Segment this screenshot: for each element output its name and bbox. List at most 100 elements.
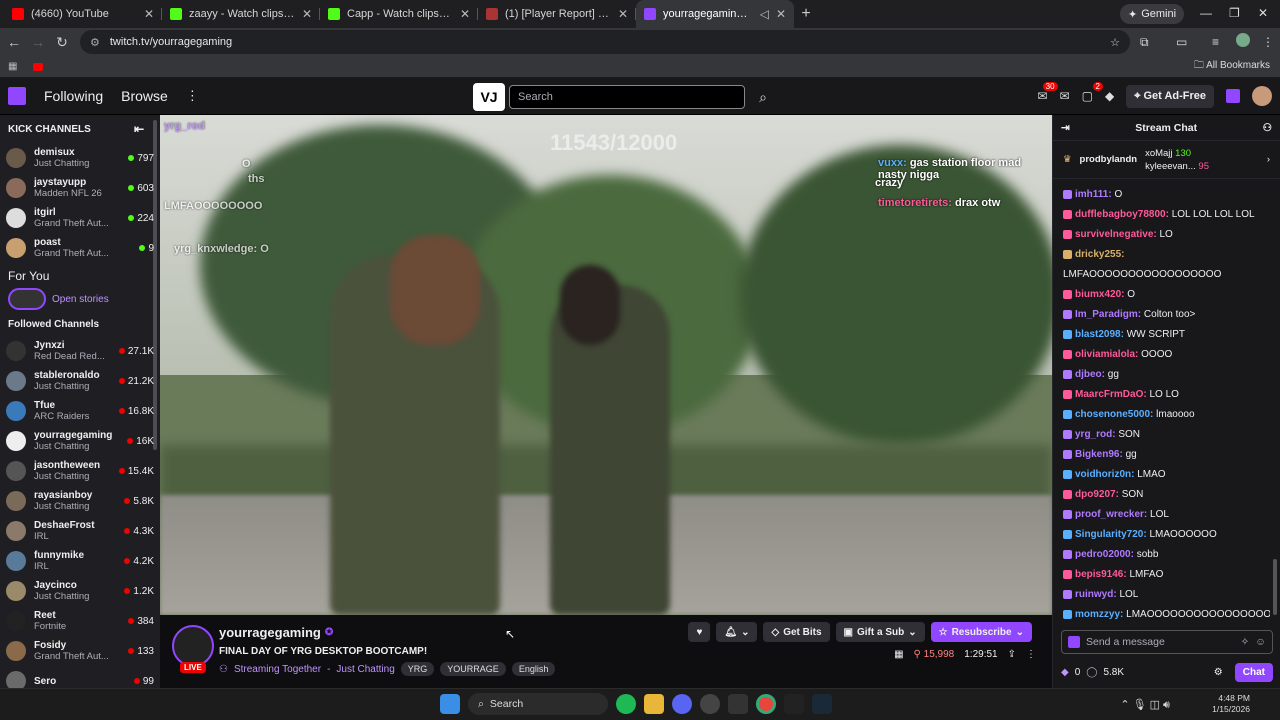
chat-input[interactable]: Send a message ✧ ☺ xyxy=(1061,630,1273,654)
chat-username[interactable]: Singularity720: xyxy=(1075,529,1147,540)
chat-username[interactable]: survivelnegative: xyxy=(1075,229,1157,240)
browser-tab[interactable]: yourragegaming - Twitch ◁ ✕ xyxy=(636,0,794,28)
emote-icon[interactable]: ☺ xyxy=(1255,636,1266,648)
followed-channel-item[interactable]: Sero 99 xyxy=(0,666,160,688)
forward-icon[interactable]: → xyxy=(26,34,50,50)
chat-username[interactable]: dpo9207: xyxy=(1075,489,1119,500)
chat-username[interactable]: proof_wrecker: xyxy=(1075,509,1147,520)
chat-username[interactable]: Bigken96: xyxy=(1075,449,1123,460)
tab-close-icon[interactable]: ✕ xyxy=(144,7,154,21)
settings-icon[interactable]: ⚙ xyxy=(1214,667,1223,678)
notifications-icon[interactable]: ▢ 2 xyxy=(1082,82,1103,103)
follow-heart-button[interactable]: ♥ xyxy=(688,622,711,642)
followed-channel-item[interactable]: funnymike IRL 4.2K xyxy=(0,546,160,576)
video-player[interactable]: 11543/12000 vuxx: gas station floor mad … xyxy=(160,115,1052,615)
streamer-name[interactable]: yourragegaming xyxy=(219,625,321,640)
maximize-icon[interactable]: ❐ xyxy=(1229,6,1240,20)
extensions-icon[interactable]: ⧉ xyxy=(1140,35,1149,50)
chat-username[interactable]: djbeo: xyxy=(1075,369,1105,380)
taskbar-clock[interactable]: 4:48 PM 1/15/2026 xyxy=(1212,693,1250,715)
collapse-chat-icon[interactable]: ⇥ xyxy=(1061,122,1070,134)
community-icon[interactable]: ⚇ xyxy=(1263,122,1272,134)
search-input[interactable]: Search xyxy=(509,85,745,109)
share-icon[interactable]: ⇪ xyxy=(1008,649,1016,660)
reload-icon[interactable]: ↻ xyxy=(50,34,74,51)
followed-channel-item[interactable]: DeshaeFrost IRL 4.3K xyxy=(0,516,160,546)
chat-username[interactable]: dufflebagboy78800: xyxy=(1075,209,1169,220)
profile-avatar[interactable] xyxy=(1236,33,1250,47)
discord-icon[interactable] xyxy=(672,694,692,714)
chat-scrollbar[interactable] xyxy=(1273,559,1277,615)
chat-username[interactable]: blast2098: xyxy=(1075,329,1124,340)
app-icon[interactable] xyxy=(700,694,720,714)
all-bookmarks[interactable]: 🗀 All Bookmarks xyxy=(1194,58,1270,75)
spotify-icon[interactable] xyxy=(616,694,636,714)
browser-tab[interactable]: (4660) YouTube ✕ xyxy=(4,0,162,28)
kick-channel-item[interactable]: itgirl Grand Theft Aut... 224 xyxy=(0,203,160,233)
theatre-icon[interactable]: ▦ xyxy=(894,649,903,660)
tag-pill[interactable]: YOURRAGE xyxy=(440,662,506,676)
leaderboard-user[interactable]: xoMajj xyxy=(1145,148,1172,159)
url-bar[interactable]: ⚙ twitch.tv/yourragegaming ☆ xyxy=(80,30,1130,54)
user-avatar[interactable] xyxy=(1252,86,1272,106)
category-link[interactable]: Just Chatting xyxy=(336,664,394,675)
chat-username[interactable]: yrg_rod: xyxy=(1075,429,1116,440)
system-tray-icons[interactable]: ⌃ 🎙︎ ◫ 🔊︎ xyxy=(1120,698,1170,712)
tag-pill[interactable]: English xyxy=(511,662,556,676)
magic-icon[interactable]: ✧ xyxy=(1240,636,1249,648)
tab-search-icon[interactable]: ≡ xyxy=(1212,35,1219,49)
back-icon[interactable]: ← xyxy=(2,34,26,50)
site-info-icon[interactable]: ⚙ xyxy=(90,36,100,49)
bookmark-star-icon[interactable]: ☆ xyxy=(1110,36,1120,49)
gemini-button[interactable]: ✦ Gemini xyxy=(1120,4,1185,24)
windows-start-icon[interactable] xyxy=(440,694,460,714)
streaming-together-link[interactable]: Streaming Together xyxy=(234,664,321,675)
kick-channel-item[interactable]: jaystayupp Madden NFL 26 603 xyxy=(0,173,160,203)
browser-tab[interactable]: zaayy - Watch clips on Kick ✕ xyxy=(162,0,320,28)
chat-username[interactable]: pedro02000: xyxy=(1075,549,1134,560)
chat-username[interactable]: dricky255: xyxy=(1075,249,1124,260)
resubscribe-button[interactable]: ☆ Resubscribe ⌄ xyxy=(930,622,1032,642)
prime-icon[interactable] xyxy=(1226,89,1240,103)
more-icon[interactable]: ⋮ xyxy=(186,88,199,104)
streamer-avatar[interactable] xyxy=(172,625,214,667)
file-explorer-icon[interactable] xyxy=(644,694,664,714)
kick-channel-item[interactable]: demisux Just Chatting 797 xyxy=(0,143,160,173)
open-stories[interactable]: Open stories xyxy=(0,285,160,313)
browser-tab[interactable]: Capp - Watch clips on Kick ✕ xyxy=(320,0,478,28)
apps-icon[interactable]: ▦ xyxy=(8,61,17,72)
whispers-icon[interactable]: ✉ xyxy=(1060,89,1070,103)
tab-close-icon[interactable]: ✕ xyxy=(618,7,628,21)
chat-username[interactable]: chosenone5000: xyxy=(1075,409,1153,420)
get-bits-button[interactable]: ◇ Get Bits xyxy=(763,622,830,642)
tab-close-icon[interactable]: ✕ xyxy=(460,7,470,21)
nav-browse[interactable]: Browse xyxy=(121,88,168,104)
followed-channel-item[interactable]: stableronaldo Just Chatting 21.2K xyxy=(0,366,160,396)
steam-icon[interactable] xyxy=(812,694,832,714)
followed-channel-item[interactable]: Reet Fortnite 384 xyxy=(0,606,160,636)
cast-icon[interactable]: ▭ xyxy=(1176,35,1187,49)
leaderboard-user[interactable]: kyleeevan... xyxy=(1145,161,1196,172)
chat-username[interactable]: biumx420: xyxy=(1075,289,1124,300)
followed-channel-item[interactable]: Fosidy Grand Theft Aut... 133 xyxy=(0,636,160,666)
channel-points-icon[interactable]: ◯ xyxy=(1086,667,1097,678)
chat-username[interactable]: momzzyy: xyxy=(1075,609,1123,620)
chat-username[interactable]: imh111: xyxy=(1075,189,1112,200)
chat-username[interactable]: bepis9146: xyxy=(1075,569,1127,580)
search-icon[interactable]: ⌕ xyxy=(749,85,777,109)
tag-pill[interactable]: YRG xyxy=(400,662,435,676)
tab-close-icon[interactable]: ✕ xyxy=(776,7,786,21)
chevron-right-icon[interactable]: › xyxy=(1267,154,1270,165)
inbox-icon[interactable]: ✉ 30 xyxy=(1038,82,1058,103)
chat-username[interactable]: oliviamialola: xyxy=(1075,349,1138,360)
followed-channel-item[interactable]: yourragegaming Just Chatting 16K xyxy=(0,426,160,456)
bits-icon[interactable]: ◆ xyxy=(1061,667,1069,678)
crown-icon[interactable]: ◆ xyxy=(1105,89,1114,103)
taskbar-search[interactable]: ⌕ Search xyxy=(468,693,608,715)
chat-username[interactable]: MaarcFrmDaO: xyxy=(1075,389,1147,400)
followed-channel-item[interactable]: Jaycinco Just Chatting 1.2K xyxy=(0,576,160,606)
gift-sub-button[interactable]: ▣ Gift a Sub ⌄ xyxy=(835,622,925,642)
epic-games-icon[interactable] xyxy=(728,694,748,714)
app-icon[interactable] xyxy=(784,694,804,714)
tab-audio-icon[interactable]: ◁ xyxy=(760,7,769,21)
